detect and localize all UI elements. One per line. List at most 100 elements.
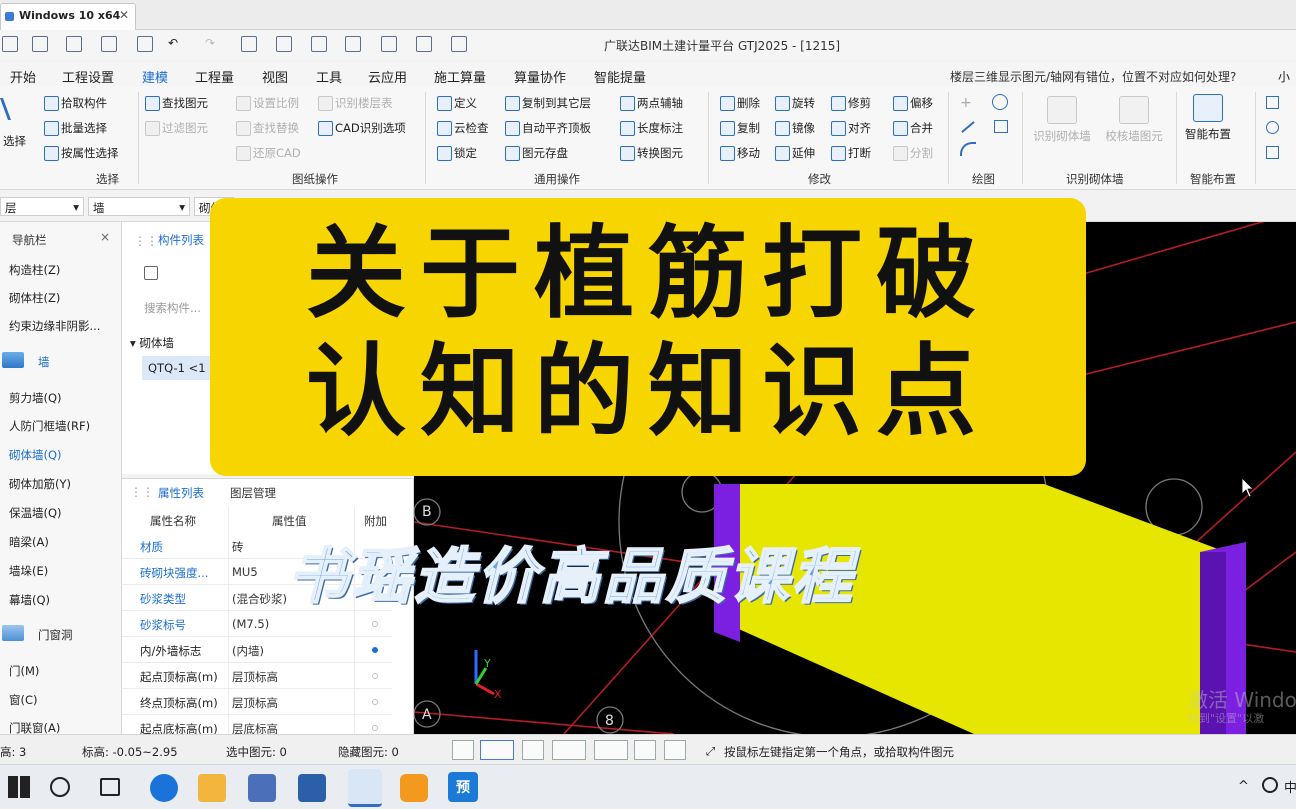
length-dimension-button[interactable]: 长度标注 [620, 120, 683, 136]
open-folder-icon[interactable] [101, 36, 117, 52]
point-icon[interactable]: + [960, 95, 972, 111]
view-icon[interactable] [381, 36, 397, 52]
help-question[interactable]: 楼层三维显示图元/轴网有错位，位置不对应如何处理? [950, 68, 1236, 85]
new-document-icon[interactable] [66, 36, 82, 52]
property-row[interactable]: 内/外墙标志 (内墙) [122, 637, 392, 663]
ortho-toggle-icon[interactable] [452, 740, 474, 760]
merge-button[interactable]: 合并 [893, 120, 933, 136]
offset-toggle-icon[interactable] [594, 740, 628, 760]
auto-align-top-button[interactable]: 自动平齐顶板 [505, 120, 591, 136]
new-file-icon[interactable] [32, 36, 48, 52]
arc-toggle-icon[interactable] [664, 740, 686, 760]
two-point-axis-button[interactable]: 两点辅轴 [620, 95, 683, 111]
export-icon[interactable] [416, 36, 432, 52]
new-component-icon[interactable] [144, 266, 158, 280]
define-button[interactable]: 定义 [437, 95, 477, 111]
nav-item-insulation-wall[interactable]: 保温墙(Q) [9, 505, 62, 521]
rotate-button[interactable]: 旋转 [775, 95, 815, 111]
vm-tab[interactable]: Windows 10 x64 ✕ [0, 3, 136, 30]
property-value[interactable]: (内墙) [232, 643, 264, 659]
nav-item-civil-defense-wall[interactable]: 人防门框墙(RF) [9, 418, 90, 434]
grid-icon[interactable] [311, 36, 327, 52]
cloud-check-button[interactable]: 云检查 [437, 120, 489, 136]
property-row[interactable]: 起点顶标高(m) 层顶标高 [122, 663, 392, 689]
nav-item-masonry-column[interactable]: 砌体柱(Z) [9, 290, 60, 306]
close-icon[interactable]: × [100, 230, 110, 244]
grid-toggle-icon[interactable] [634, 740, 656, 760]
edge-icon[interactable] [150, 774, 178, 802]
nav-item-constraint-edge[interactable]: 约束边缘非阴影... [9, 318, 100, 334]
redo-icon[interactable]: ↷ [205, 36, 221, 52]
set-scale-button[interactable]: 设置比例 [236, 95, 299, 111]
drag-handle-icon[interactable]: ⋮⋮ [134, 234, 158, 248]
windows-start-icon[interactable] [8, 776, 30, 798]
menu-start[interactable]: 开始 [10, 67, 36, 86]
nav-item-curtain-wall[interactable]: 幕墙(Q) [9, 592, 50, 608]
tray-chevron-icon[interactable]: ^ [1238, 779, 1249, 794]
menu-view[interactable]: 视图 [262, 67, 288, 86]
extend-button[interactable]: 延伸 [775, 145, 815, 161]
nav-item-door[interactable]: 门(M) [9, 663, 39, 679]
gtj-app-icon[interactable] [348, 769, 382, 807]
align-button[interactable]: 对齐 [831, 120, 871, 136]
move-button[interactable]: 移动 [720, 145, 760, 161]
find-replace-button[interactable]: 查找替换 [236, 120, 299, 136]
drag-handle-icon[interactable]: ⋮⋮ [130, 485, 154, 499]
snap-toggle-icon[interactable] [480, 740, 514, 760]
cross-toggle-icon[interactable] [522, 740, 544, 760]
tree-node-masonry-wall[interactable]: ▾ 砌体墙 [130, 335, 174, 351]
cad-options-button[interactable]: CAD识别选项 [318, 120, 406, 136]
split-button[interactable]: 分割 [893, 145, 933, 161]
nav-item-window[interactable]: 窗(C) [9, 692, 38, 708]
property-value[interactable]: 层顶标高 [232, 695, 278, 711]
menu-collab[interactable]: 算量协作 [514, 67, 566, 86]
save-element-button[interactable]: 图元存盘 [505, 145, 568, 161]
extra-icon[interactable] [1266, 146, 1279, 159]
undo-icon[interactable]: ↶ [168, 36, 184, 52]
recognize-floor-table-button[interactable]: 识别楼层表 [318, 95, 393, 111]
nav-item-construct-column[interactable]: 构造柱(Z) [9, 262, 60, 278]
mail-icon[interactable] [298, 774, 326, 802]
menu-project-settings[interactable]: 工程设置 [62, 67, 114, 86]
nav-item-wall-pier[interactable]: 墙垛(E) [9, 563, 48, 579]
store-icon[interactable] [248, 774, 276, 802]
pick-component-button[interactable]: 拾取构件 [44, 95, 107, 111]
menu-construction[interactable]: 施工算量 [434, 67, 486, 86]
report-icon[interactable] [276, 36, 292, 52]
property-value[interactable]: (M7.5) [232, 617, 269, 631]
network-icon[interactable] [1262, 777, 1278, 793]
layout-icon[interactable] [345, 36, 361, 52]
floor-select[interactable]: 层 ▾ [0, 197, 84, 216]
table-icon[interactable] [241, 36, 257, 52]
tab-layer-manager[interactable]: 图层管理 [230, 485, 276, 501]
close-icon[interactable]: ✕ [119, 8, 129, 22]
nav-item-masonry-rebar[interactable]: 砌体加筋(Y) [9, 476, 71, 492]
trim-button[interactable]: 修剪 [831, 95, 871, 111]
nav-item-masonry-wall[interactable]: 砌体墙(Q) [9, 447, 62, 463]
attach-checkbox[interactable] [372, 699, 378, 705]
property-value[interactable]: 砖 [232, 539, 244, 555]
smart-layout-button[interactable]: 智能布置 [1180, 94, 1236, 142]
save-icon[interactable] [137, 36, 153, 52]
extra-icon[interactable] [1266, 96, 1279, 109]
copy-button[interactable]: 复制 [720, 120, 760, 136]
mirror-button[interactable]: 镜像 [775, 120, 815, 136]
copy-to-other-floor-button[interactable]: 复制到其它层 [505, 95, 591, 111]
category-select[interactable]: 墙 ▾ [88, 197, 190, 216]
rectangle-icon[interactable] [994, 120, 1008, 133]
offset-button[interactable]: 偏移 [893, 95, 933, 111]
search-icon[interactable] [50, 777, 70, 797]
angle-toggle-icon[interactable] [552, 740, 586, 760]
attach-checkbox[interactable] [372, 621, 378, 627]
break-button[interactable]: 打断 [831, 145, 871, 161]
property-row[interactable]: 终点顶标高(m) 层顶标高 [122, 689, 392, 715]
restore-cad-button[interactable]: 还原CAD [236, 145, 301, 161]
filter-element-button[interactable]: 过滤图元 [145, 120, 208, 136]
convert-element-button[interactable]: 转换图元 [620, 145, 683, 161]
menu-smart[interactable]: 智能提量 [594, 67, 646, 86]
menu-cloud[interactable]: 云应用 [368, 67, 407, 86]
extra-icon[interactable] [1266, 121, 1279, 134]
lock-button[interactable]: 锁定 [437, 145, 477, 161]
nav-item-shear-wall[interactable]: 剪力墙(Q) [9, 390, 62, 406]
property-value[interactable]: 层顶标高 [232, 669, 278, 685]
